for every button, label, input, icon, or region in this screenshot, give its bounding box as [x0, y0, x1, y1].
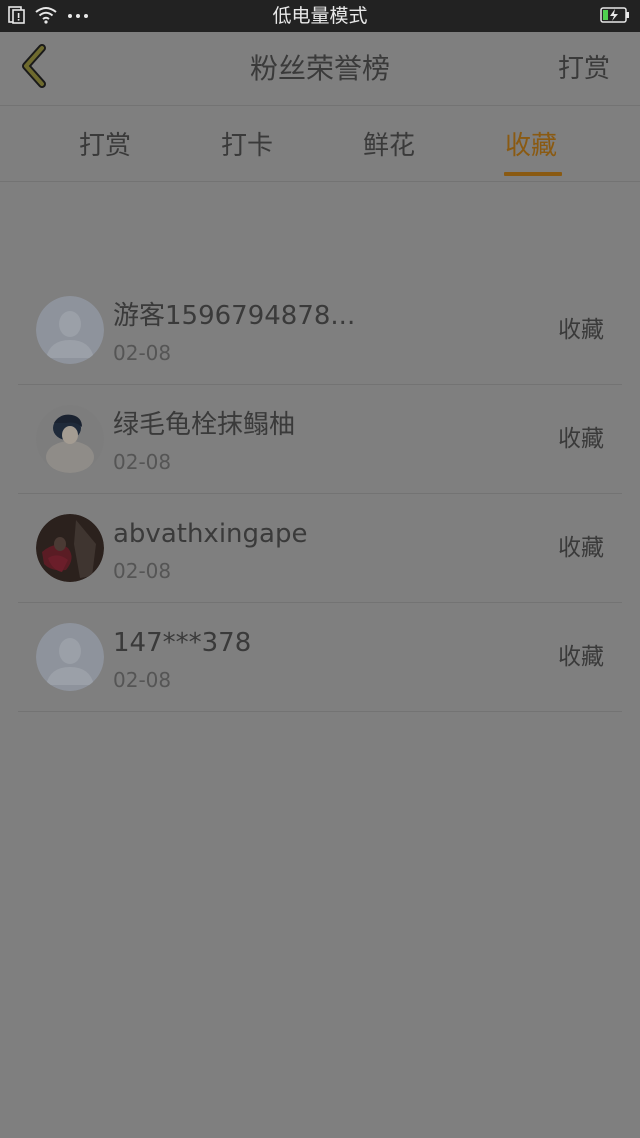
- list-item[interactable]: 147***378 02-08 收藏: [18, 603, 622, 712]
- status-bar: 低电量模式: [0, 0, 640, 32]
- default-avatar-icon: [36, 623, 104, 691]
- item-action-label: 收藏: [558, 644, 604, 670]
- item-action-label: 收藏: [558, 426, 604, 452]
- user-name: 147***378: [113, 628, 252, 658]
- default-avatar-icon: [36, 296, 104, 364]
- photo-avatar-icon: [36, 514, 104, 582]
- battery-charging-icon: [600, 7, 630, 23]
- item-date: 02-08: [113, 559, 172, 583]
- user-name: abvathxingape: [113, 519, 308, 549]
- fan-honor-page: 低电量模式 粉丝荣誉榜 打赏 打赏 打卡 鲜花 收藏 游客1596794878.…: [0, 0, 640, 1138]
- reward-button[interactable]: 打赏: [558, 52, 610, 86]
- page-title: 粉丝荣誉榜: [249, 52, 390, 85]
- item-date: 02-08: [113, 341, 172, 365]
- list-item[interactable]: 游客1596794878... 02-08 收藏: [18, 276, 622, 385]
- avatar: [36, 623, 104, 691]
- photo-avatar-icon: [36, 405, 104, 473]
- avatar: [36, 514, 104, 582]
- active-tab-indicator: [504, 172, 562, 176]
- user-name: 游客1596794878...: [113, 301, 356, 331]
- item-date: 02-08: [113, 450, 172, 474]
- tab-checkin[interactable]: 打卡: [221, 130, 273, 162]
- avatar: [36, 296, 104, 364]
- item-action-label: 收藏: [558, 535, 604, 561]
- tab-reward[interactable]: 打赏: [79, 130, 131, 162]
- item-action-label: 收藏: [558, 317, 604, 343]
- list-item[interactable]: abvathxingape 02-08 收藏: [18, 494, 622, 603]
- user-name: 绿毛龟栓抹鳎柚: [113, 410, 296, 440]
- list-item[interactable]: 绿毛龟栓抹鳎柚 02-08 收藏: [18, 385, 622, 494]
- tab-favorites[interactable]: 收藏: [505, 130, 557, 162]
- tab-bar: 打赏 打卡 鲜花 收藏: [0, 106, 640, 182]
- status-bar-title: 低电量模式: [272, 5, 368, 27]
- tab-flowers[interactable]: 鲜花: [363, 130, 415, 162]
- nav-bar: 粉丝荣誉榜 打赏: [0, 32, 640, 106]
- fan-list: 游客1596794878... 02-08 收藏 绿毛龟栓抹鳎柚 02-08 收…: [18, 276, 622, 712]
- item-date: 02-08: [113, 668, 172, 692]
- avatar: [36, 405, 104, 473]
